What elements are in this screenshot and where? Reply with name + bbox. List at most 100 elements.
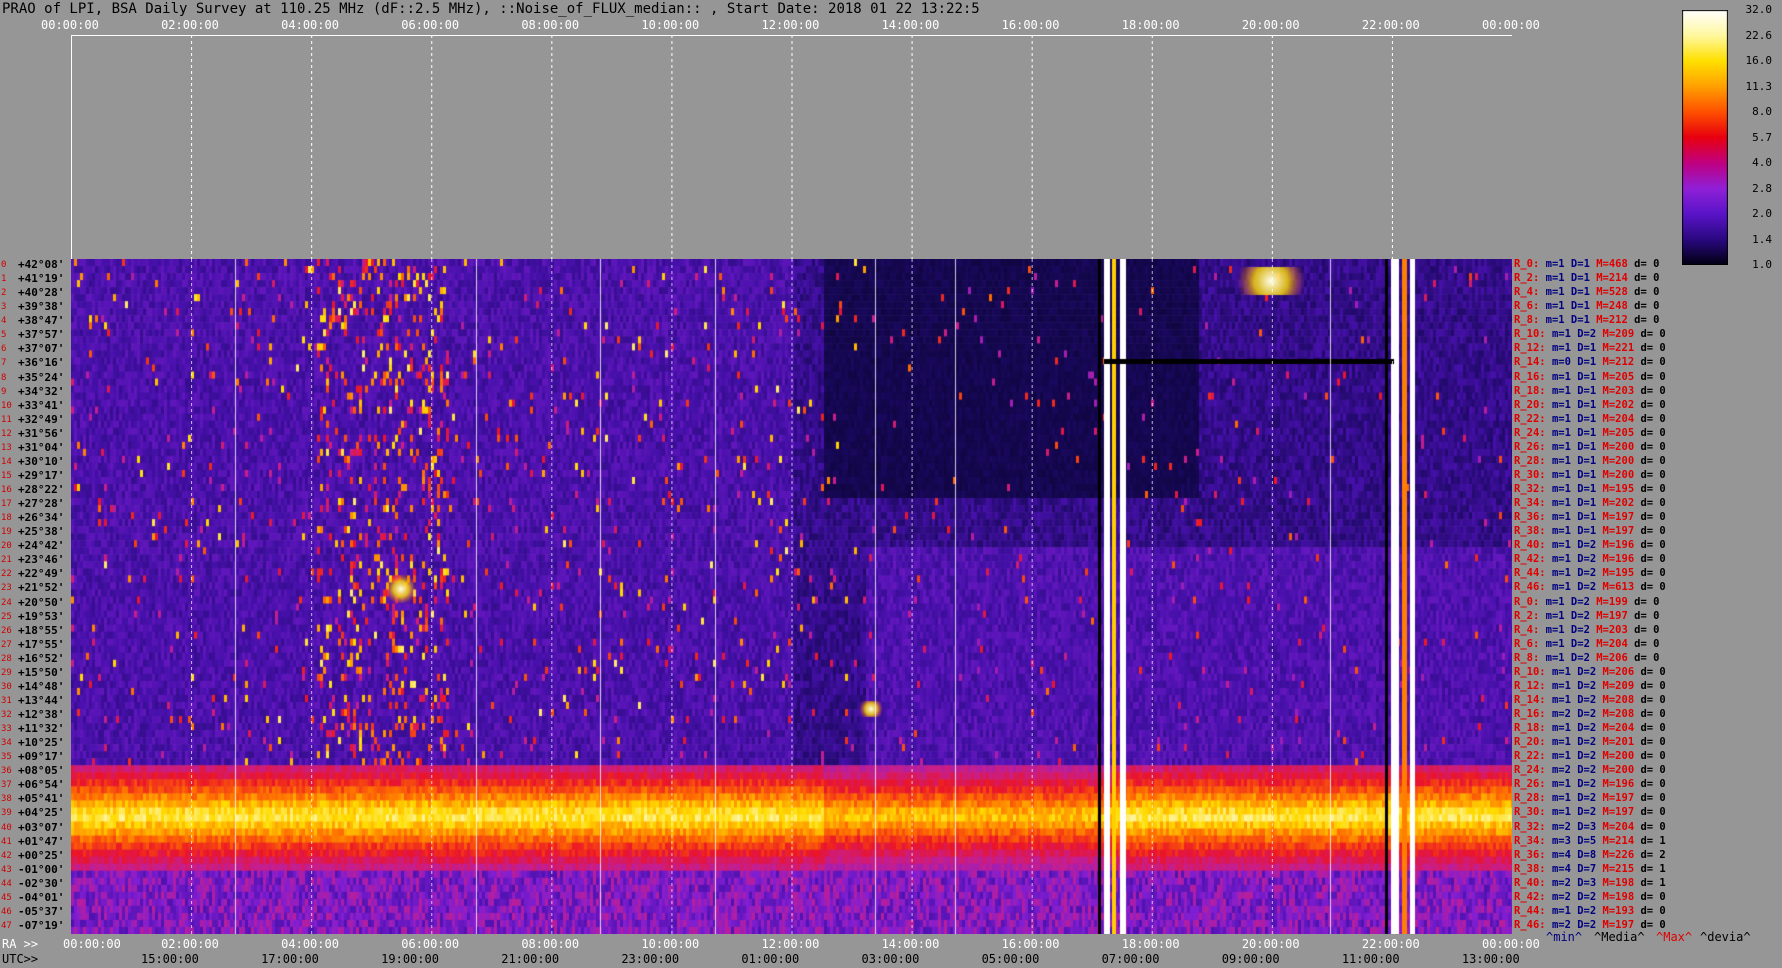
colorbar-tick: 4.0 xyxy=(1752,156,1772,169)
row-index: 12 xyxy=(1,428,12,439)
row-index: 43 xyxy=(1,864,12,875)
receiver-max: M=200 xyxy=(1602,440,1635,453)
row-index: 6 xyxy=(1,344,7,355)
colorbar-tick: 22.6 xyxy=(1745,28,1773,42)
receiver-row: R_34: m=1 D=1 M=202 d= 0 xyxy=(1514,497,1666,509)
ra-tick-label: 16:00:00 xyxy=(1001,937,1060,951)
receiver-dev: d= 1 xyxy=(1640,876,1666,889)
receiver-max: M=197 xyxy=(1602,511,1635,524)
receiver-max: M=215 xyxy=(1602,862,1635,875)
ra-tick-label: 18:00:00 xyxy=(1121,937,1180,951)
receiver-label: R_40: xyxy=(1514,876,1546,889)
receiver-row: R_28: m=1 D=2 M=197 d= 0 xyxy=(1514,792,1666,804)
top-tick-label: 08:00:00 xyxy=(521,18,580,32)
declination-label: +32°49' xyxy=(18,412,65,426)
declination-label: +24°42' xyxy=(18,539,65,553)
receiver-dev: d= 0 xyxy=(1640,679,1666,692)
receiver-label: R_46: xyxy=(1514,581,1546,594)
receiver-row: R_46: m=1 D=2 M=613 d= 0 xyxy=(1514,581,1666,593)
receiver-median: D=5 xyxy=(1577,834,1597,847)
receiver-max: M=196 xyxy=(1602,539,1635,552)
row-index: 39 xyxy=(1,808,12,819)
receiver-max: M=195 xyxy=(1602,567,1635,580)
receiver-dev: d= 0 xyxy=(1640,708,1666,720)
declination-label: +25°38' xyxy=(18,525,65,539)
row-index: 4 xyxy=(1,316,7,327)
receiver-row: R_32: m=2 D=3 M=204 d= 0 xyxy=(1514,821,1666,833)
receiver-label: R_14: xyxy=(1514,693,1546,706)
row-index: 10 xyxy=(1,400,12,411)
receiver-median: D=1 xyxy=(1577,525,1597,538)
receiver-median: D=1 xyxy=(1577,483,1597,495)
receiver-dev: d= 0 xyxy=(1640,764,1666,777)
declination-label: -04°01' xyxy=(18,890,65,904)
top-tick-label: 14:00:00 xyxy=(881,18,940,32)
receiver-label: R_30: xyxy=(1514,806,1546,819)
receiver-median: D=1 xyxy=(1577,511,1597,524)
receiver-row: R_0: m=1 D=1 M=468 d= 0 xyxy=(1514,258,1659,270)
declination-label: +42°08' xyxy=(18,258,65,271)
receiver-max: M=209 xyxy=(1602,328,1635,341)
declination-label: +00°25' xyxy=(18,848,65,862)
row-index: 3 xyxy=(1,302,7,313)
utc-tick-label: 13:00:00 xyxy=(1461,952,1520,966)
receiver-row: R_6: m=1 D=1 M=248 d= 0 xyxy=(1514,300,1659,312)
receiver-dev: d= 0 xyxy=(1634,609,1660,622)
row-index: 25 xyxy=(1,611,12,622)
declination-label: +39°38' xyxy=(18,300,65,314)
receiver-label: R_20: xyxy=(1514,736,1546,749)
receiver-max: M=214 xyxy=(1596,272,1628,285)
receiver-min: m=1 xyxy=(1551,581,1571,594)
declination-label: -02°30' xyxy=(18,876,65,890)
receiver-median: D=1 xyxy=(1570,258,1590,270)
row-index: 27 xyxy=(1,639,12,650)
ra-tick-label: 02:00:00 xyxy=(161,937,219,951)
receiver-label: R_22: xyxy=(1514,412,1546,425)
declination-label: -07°19' xyxy=(18,918,65,932)
receiver-max: M=212 xyxy=(1596,314,1628,327)
receiver-row: R_44: m=1 D=2 M=193 d= 0 xyxy=(1514,905,1666,917)
receiver-min: m=1 xyxy=(1551,497,1571,510)
row-index: 37 xyxy=(1,780,12,791)
receiver-label: R_40: xyxy=(1514,539,1546,552)
receiver-max: M=206 xyxy=(1596,651,1628,664)
receiver-label: R_26: xyxy=(1514,778,1546,791)
receiver-min: m=0 xyxy=(1551,356,1571,369)
receiver-row: R_8: m=1 D=1 M=212 d= 0 xyxy=(1514,314,1659,326)
row-index: 36 xyxy=(1,766,12,777)
declination-label: +09°17' xyxy=(18,750,65,764)
receiver-row: R_26: m=1 D=1 M=200 d= 0 xyxy=(1514,441,1666,453)
receiver-median: D=2 xyxy=(1577,679,1597,692)
top-tick-label: 00:00:00 xyxy=(1482,18,1540,32)
receiver-row: R_22: m=1 D=1 M=204 d= 0 xyxy=(1514,413,1666,425)
receiver-median: D=1 xyxy=(1577,398,1597,411)
declination-label: +18°55' xyxy=(18,623,65,637)
receiver-row: R_8: m=1 D=2 M=206 d= 0 xyxy=(1514,652,1659,664)
row-index: 0 xyxy=(1,260,7,270)
receiver-row: R_36: m=4 D=8 M=226 d= 2 xyxy=(1514,849,1666,861)
declination-label: +37°57' xyxy=(18,328,65,342)
receiver-label: R_12: xyxy=(1514,342,1546,355)
receiver-row: R_40: m=2 D=3 M=198 d= 1 xyxy=(1514,877,1666,889)
row-index: 42 xyxy=(1,850,12,861)
receiver-label: R_24: xyxy=(1514,764,1546,777)
receiver-dev: d= 0 xyxy=(1640,525,1666,538)
row-index: 15 xyxy=(1,470,12,481)
row-index: 1 xyxy=(1,274,7,285)
receiver-max: M=198 xyxy=(1602,890,1635,903)
legend-median: ^Media^ xyxy=(1594,930,1645,944)
receiver-dev: d= 0 xyxy=(1634,258,1660,270)
receiver-min: m=1 xyxy=(1545,272,1565,285)
receiver-max: M=208 xyxy=(1602,693,1635,706)
receiver-median: D=2 xyxy=(1577,539,1597,552)
receiver-max: M=208 xyxy=(1602,708,1635,720)
receiver-label: R_22: xyxy=(1514,750,1546,763)
receiver-label: R_18: xyxy=(1514,722,1546,735)
receiver-median: D=2 xyxy=(1577,904,1597,917)
declination-label: +23°46' xyxy=(18,553,65,567)
receiver-median: D=1 xyxy=(1577,426,1597,439)
declination-label: +21°52' xyxy=(18,581,65,595)
legend-max: ^Max^ xyxy=(1656,930,1693,944)
receiver-max: M=226 xyxy=(1602,848,1635,861)
declination-label: +31°56' xyxy=(18,426,65,440)
